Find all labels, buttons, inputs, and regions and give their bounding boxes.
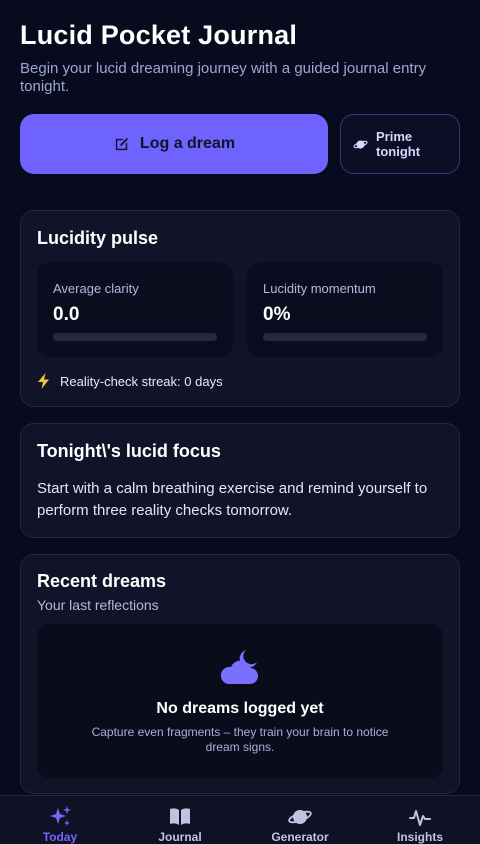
empty-state-text: Capture even fragments – they train your… <box>91 725 389 754</box>
book-icon <box>170 808 190 825</box>
nav-label-insights: Insights <box>396 830 443 844</box>
planet-icon <box>353 139 368 149</box>
planet-icon <box>288 810 312 824</box>
recent-dreams-card: Recent dreams Your last reflections No d… <box>20 554 460 794</box>
empty-state-title: No dreams logged yet <box>156 700 324 717</box>
lucid-focus-card: Tonight\'s lucid focus Start with a calm… <box>20 423 460 538</box>
nav-item-journal[interactable]: Journal <box>120 796 240 844</box>
reality-check-streak: Reality-check streak: 0 days <box>37 373 223 389</box>
log-dream-button[interactable]: Log a dream <box>20 114 328 174</box>
lucid-focus-title: Tonight\'s lucid focus <box>37 441 221 461</box>
prime-tonight-label: Prime tonight <box>376 129 421 159</box>
lucidity-momentum-value: 0% <box>263 304 291 325</box>
lucidity-momentum-bar <box>263 333 427 341</box>
average-clarity-label: Average clarity <box>53 281 139 296</box>
nav-item-generator[interactable]: Generator <box>240 796 360 844</box>
nav-item-today[interactable]: Today <box>0 796 120 844</box>
prime-tonight-button[interactable]: Prime tonight <box>340 114 460 174</box>
sparkles-icon <box>50 806 71 826</box>
page-title: Lucid Pocket Journal <box>20 20 298 50</box>
average-clarity-bar <box>53 333 217 341</box>
nav-label-journal: Journal <box>158 830 202 844</box>
recent-dreams-subtitle: Your last reflections <box>37 597 159 613</box>
bottom-navigation: Today Journal Generator Insights <box>0 795 480 844</box>
lucidity-momentum-label: Lucidity momentum <box>263 281 376 296</box>
lucidity-momentum-metric: Lucidity momentum 0% <box>247 263 443 357</box>
lucidity-pulse-title: Lucidity pulse <box>37 228 159 248</box>
page-subtitle: Begin your lucid dreaming journey with a… <box>20 60 427 95</box>
log-dream-label: Log a dream <box>139 135 236 152</box>
streak-text: Reality-check streak: 0 days <box>60 373 223 389</box>
lucidity-pulse-card: Lucidity pulse Average clarity 0.0 Lucid… <box>20 210 460 407</box>
pulse-icon <box>409 810 431 826</box>
empty-state: No dreams logged yet Capture even fragme… <box>37 624 443 778</box>
nav-item-insights[interactable]: Insights <box>360 796 480 844</box>
recent-dreams-title: Recent dreams <box>37 571 167 591</box>
nav-label-generator: Generator <box>271 830 329 844</box>
lucid-focus-text: Start with a calm breathing exercise and… <box>37 480 428 519</box>
lightning-icon <box>38 373 49 389</box>
cloud-moon-icon <box>220 650 258 684</box>
average-clarity-metric: Average clarity 0.0 <box>37 263 233 357</box>
nav-label-today: Today <box>42 830 78 844</box>
average-clarity-value: 0.0 <box>53 304 80 325</box>
app-screen: Lucid Pocket Journal Begin your lucid dr… <box>0 0 480 844</box>
edit-note-icon <box>115 137 129 150</box>
